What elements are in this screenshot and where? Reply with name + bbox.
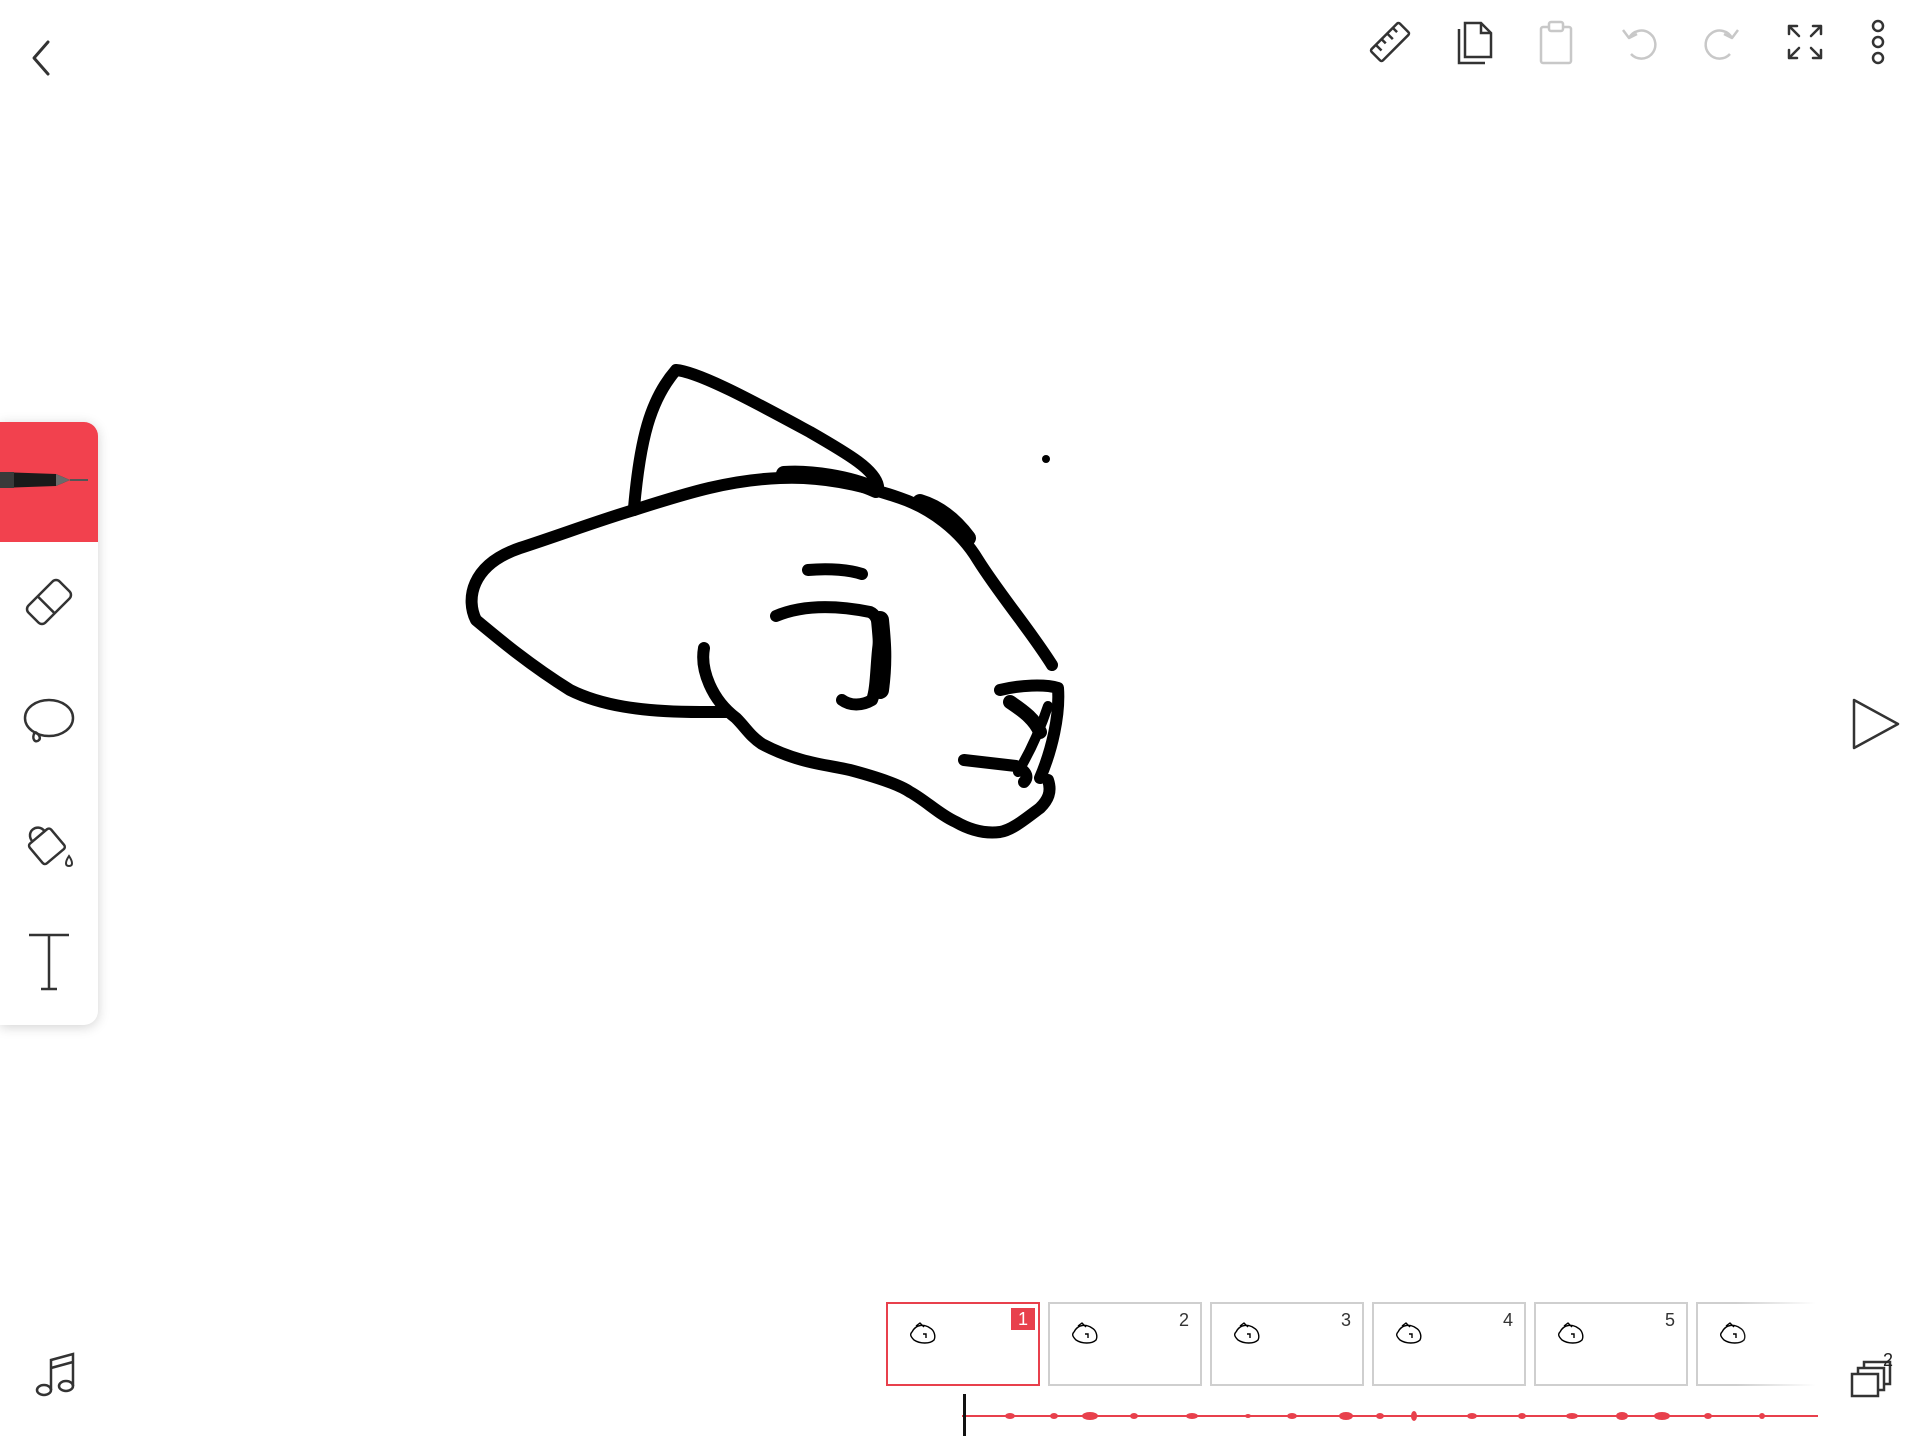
frame-thumbnail-2[interactable]: 2 xyxy=(1048,1302,1202,1386)
back-button[interactable] xyxy=(22,18,62,78)
more-vertical-icon xyxy=(1871,19,1885,65)
undo-icon xyxy=(1622,29,1657,60)
frame-thumbnail-6[interactable] xyxy=(1696,1302,1816,1386)
frame-thumbnail-image xyxy=(1558,1322,1584,1344)
audio-waveform[interactable] xyxy=(962,1392,1818,1440)
frame-thumbnail-image xyxy=(1396,1322,1422,1344)
copy-icon xyxy=(1457,21,1493,65)
frame-number: 2 xyxy=(1178,1310,1189,1330)
frame-thumbnail-4[interactable]: 4 xyxy=(1372,1302,1526,1386)
frame-number: 5 xyxy=(1664,1310,1675,1330)
undo-button[interactable] xyxy=(1609,12,1669,72)
drawing-canvas[interactable] xyxy=(0,0,1920,1440)
frame-thumbnail-image xyxy=(1720,1322,1746,1344)
frame-thumbnail-image xyxy=(1234,1322,1260,1344)
animation-editor: 1 2 3 4 5 2 xyxy=(0,0,1920,1440)
lasso-tool[interactable] xyxy=(0,662,98,782)
frame-number: 4 xyxy=(1502,1310,1513,1330)
frame-number: 3 xyxy=(1340,1310,1351,1330)
text-icon xyxy=(29,933,69,991)
paste-frame-button[interactable] xyxy=(1526,12,1586,72)
playhead[interactable] xyxy=(963,1394,966,1436)
frame-thumbnail-1[interactable]: 1 xyxy=(886,1302,1040,1386)
sound-button[interactable] xyxy=(32,1350,80,1400)
pen-icon xyxy=(0,472,88,488)
eraser-icon xyxy=(25,578,73,626)
layers-count: 2 xyxy=(1883,1350,1894,1370)
eraser-tool[interactable] xyxy=(0,542,98,662)
paint-bucket-icon xyxy=(27,826,73,868)
copy-frame-button[interactable] xyxy=(1443,12,1503,72)
frame-thumbnail-3[interactable]: 3 xyxy=(1210,1302,1364,1386)
ruler-button[interactable] xyxy=(1360,12,1420,72)
text-tool[interactable] xyxy=(0,902,98,1022)
fullscreen-button[interactable] xyxy=(1775,12,1835,72)
frame-thumbnail-image xyxy=(910,1322,936,1344)
play-button[interactable] xyxy=(1848,696,1904,752)
more-button[interactable] xyxy=(1858,12,1898,72)
expand-icon xyxy=(1787,24,1823,60)
clipboard-icon xyxy=(1539,20,1573,65)
music-note-icon xyxy=(35,1352,75,1397)
lasso-icon xyxy=(23,698,75,743)
frame-thumbnail-5[interactable]: 5 xyxy=(1534,1302,1688,1386)
ruler-icon xyxy=(1369,21,1411,63)
redo-button[interactable] xyxy=(1692,12,1752,72)
redo-icon xyxy=(1704,29,1739,60)
frame-strip: 1 2 3 4 5 xyxy=(886,1302,1816,1390)
pen-tool[interactable] xyxy=(0,422,98,542)
fill-tool[interactable] xyxy=(0,782,98,902)
tool-panel xyxy=(0,422,98,1025)
frame-number: 1 xyxy=(1011,1308,1035,1330)
chevron-left-icon xyxy=(32,40,50,76)
frame-thumbnail-image xyxy=(1072,1322,1098,1344)
play-icon xyxy=(1852,698,1900,750)
